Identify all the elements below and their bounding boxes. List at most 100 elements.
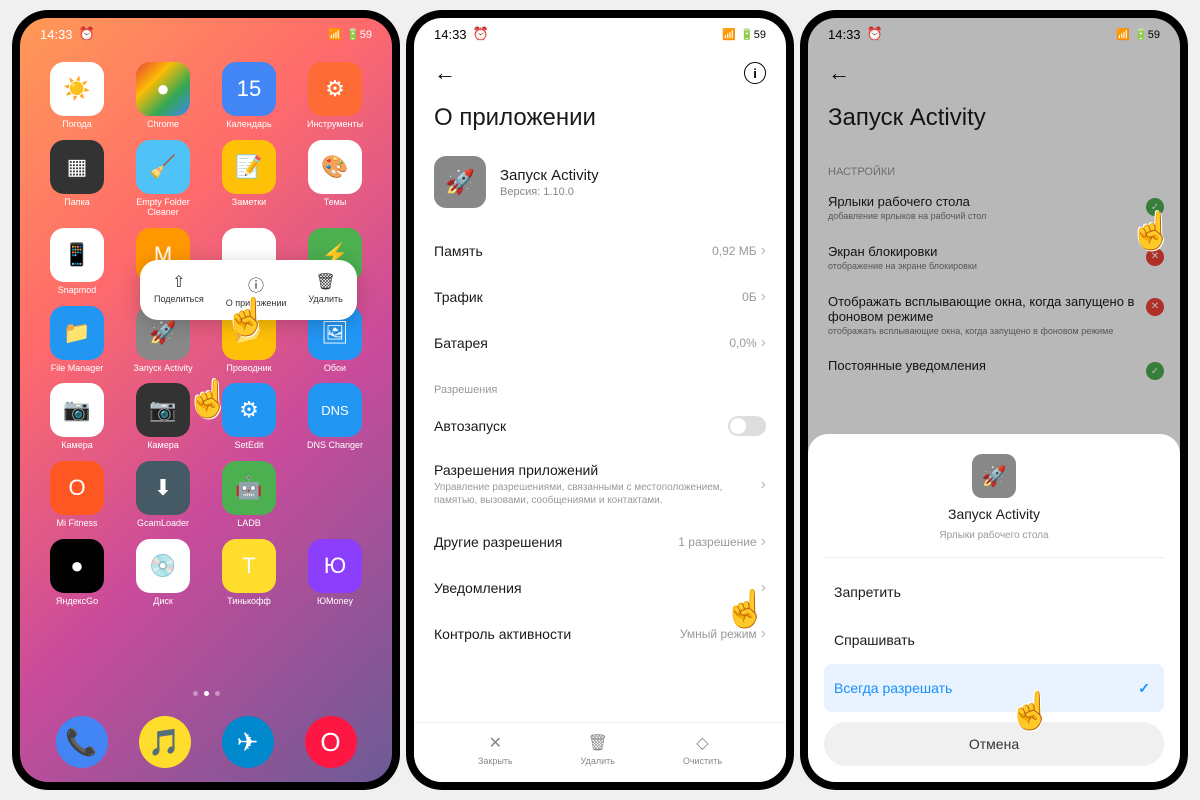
app-label: SetEdit (234, 441, 263, 451)
app-Камера[interactable]: 📷Камера (38, 383, 116, 451)
app-Папка[interactable]: ▦Папка (38, 140, 116, 218)
check-icon: ✓ (1146, 362, 1164, 380)
app-info: 🚀 Запуск Activity Версия: 1.10.0 (414, 148, 786, 228)
app-Mi Fitness[interactable]: OMi Fitness (38, 461, 116, 529)
activity-control-row[interactable]: Контроль активности Умный режим (414, 611, 786, 657)
app-label: Диск (153, 597, 173, 607)
statusbar: 14:33⏰ 📶🔋59 (20, 18, 392, 50)
action-Закрыть[interactable]: ✕Закрыть (478, 733, 513, 766)
app-Темы[interactable]: 🎨Темы (296, 140, 374, 218)
perm-row[interactable]: Постоянные уведомления✓ (808, 348, 1180, 387)
alarm-icon: ⏰ (79, 26, 95, 42)
action-Удалить[interactable]: 🗑Удалить (581, 733, 615, 766)
app-label: Заметки (232, 198, 266, 208)
app-icon: 🧹 (136, 140, 190, 194)
cancel-button[interactable]: Отмена (824, 722, 1164, 766)
app-Камера[interactable]: 📷Камера (124, 383, 202, 451)
battery-icon: 🔋59 (346, 28, 372, 41)
statusbar: 14:33⏰ 📶🔋59 (414, 18, 786, 50)
perm-row[interactable]: Экран блокировкиотображение на экране бл… (808, 234, 1180, 284)
app-DNS Changer[interactable]: DNSDNS Changer (296, 383, 374, 451)
alarm-icon: ⏰ (473, 26, 489, 42)
app-label: Инструменты (307, 120, 363, 130)
app-label: Погода (62, 120, 92, 130)
app-label: Камера (61, 441, 92, 451)
app-LADB[interactable]: 🤖LADB (210, 461, 288, 529)
close-icon: ✕ (1146, 298, 1164, 316)
app-label: Тинькофф (227, 597, 271, 607)
app-icon: 💿 (136, 539, 190, 593)
app-icon (308, 461, 362, 515)
ctx-Удалить[interactable]: 🗑Удалить (302, 270, 348, 310)
app-Заметки[interactable]: 📝Заметки (210, 140, 288, 218)
check-icon: ✓ (1146, 198, 1164, 216)
app-SetEdit[interactable]: ⚙ SetEdit (210, 383, 288, 451)
app-version: Версия: 1.10.0 (500, 186, 599, 198)
option-Спрашивать[interactable]: Спрашивать (824, 616, 1164, 664)
app-Snapmod[interactable]: 📱Snapmod (38, 228, 116, 296)
app-Диск[interactable]: 💿 Диск (124, 539, 202, 607)
app-File Manager[interactable]: 📁File Manager (38, 306, 116, 374)
section-label: НАСТРОЙКИ (808, 148, 1180, 184)
app-icon: 📁 (50, 306, 104, 360)
statusbar: 14:33⏰ 📶🔋59 (808, 18, 1180, 50)
ctx-Поделиться[interactable]: ⇧Поделиться (148, 270, 210, 310)
app-empty[interactable] (296, 461, 374, 529)
app-Календарь[interactable]: 15Календарь (210, 62, 288, 130)
option-Запретить[interactable]: Запретить (824, 568, 1164, 616)
app-label: ЯндексGo (56, 597, 98, 607)
back-button[interactable]: ← (828, 60, 850, 86)
notifications-row[interactable]: Уведомления (414, 565, 786, 611)
app-label: Запуск Activity (133, 364, 192, 374)
app-permissions-row[interactable]: Разрешения приложений Управление разреше… (414, 450, 786, 519)
app-icon: DNS (308, 383, 362, 437)
app-GcamLoader[interactable]: ⬇GcamLoader (124, 461, 202, 529)
page-title: О приложении (414, 96, 786, 148)
page-dots[interactable] (20, 691, 392, 696)
info-button[interactable]: i (744, 62, 766, 84)
perm-row[interactable]: Ярлыки рабочего столадобавление ярлыков … (808, 184, 1180, 234)
app-label: Chrome (147, 120, 179, 130)
app-icon: ⚙ (222, 383, 276, 437)
dock-app[interactable]: 🎵 (139, 716, 191, 768)
dock-app[interactable]: O (305, 716, 357, 768)
app-Инструменты[interactable]: ⚙Инструменты (296, 62, 374, 130)
app-Empty Folder Cleaner[interactable]: 🧹Empty Folder Cleaner (124, 140, 202, 218)
app-label: GcamLoader (137, 519, 189, 529)
autostart-row[interactable]: Автозапуск (414, 402, 786, 450)
app-ЯндексGo[interactable]: ●ЯндексGo (38, 539, 116, 607)
stat-row[interactable]: Батарея0,0% (414, 320, 786, 366)
app-icon: ● (136, 62, 190, 116)
bottom-actions: ✕Закрыть 🗑Удалить ◇Очистить (414, 722, 786, 782)
app-icon: 15 (222, 62, 276, 116)
signal-icon: 📶 (722, 28, 736, 41)
dock: 📞 🎵 ✈ O (20, 716, 392, 768)
stat-row[interactable]: Трафик0Б (414, 274, 786, 320)
action-Очистить[interactable]: ◇Очистить (683, 733, 722, 766)
other-perms-row[interactable]: Другие разрешения 1 разрешение (414, 519, 786, 565)
app-Погода[interactable]: ☀️Погода (38, 62, 116, 130)
sheet-subtitle: Ярлыки рабочего стола (939, 530, 1048, 541)
phone-homescreen: 14:33⏰ 📶🔋59 ☀️Погода●Chrome15Календарь⚙И… (12, 10, 400, 790)
perm-row[interactable]: Отображать всплывающие окна, когда запущ… (808, 284, 1180, 349)
back-button[interactable]: ← (434, 60, 456, 86)
ctx-О приложении[interactable]: ⓘО приложении (220, 270, 293, 310)
dock-app[interactable]: 📞 (56, 716, 108, 768)
phone-permission-sheet: 14:33⏰ 📶🔋59 ← Запуск Activity НАСТРОЙКИ … (800, 10, 1188, 790)
toggle-off-icon[interactable] (728, 416, 766, 436)
app-Тинькофф[interactable]: Т Тинькофф (210, 539, 288, 607)
sheet-title: Запуск Activity (948, 506, 1040, 522)
clock: 14:33 (40, 27, 73, 42)
signal-icon: 📶 (1116, 28, 1130, 41)
clock: 14:33 (434, 27, 467, 42)
page-title: Запуск Activity (808, 96, 1180, 148)
app-icon: Т (222, 539, 276, 593)
stat-row[interactable]: Память0,92 МБ (414, 228, 786, 274)
option-Всегда разрешать[interactable]: Всегда разрешать (824, 664, 1164, 712)
app-ЮMoney[interactable]: ЮЮMoney (296, 539, 374, 607)
app-icon: 🚀 (972, 454, 1016, 498)
permission-sheet: 🚀 Запуск Activity Ярлыки рабочего стола … (808, 434, 1180, 782)
app-Chrome[interactable]: ● Chrome (124, 62, 202, 130)
battery-icon: 🔋59 (1134, 28, 1160, 41)
dock-app[interactable]: ✈ (222, 716, 274, 768)
